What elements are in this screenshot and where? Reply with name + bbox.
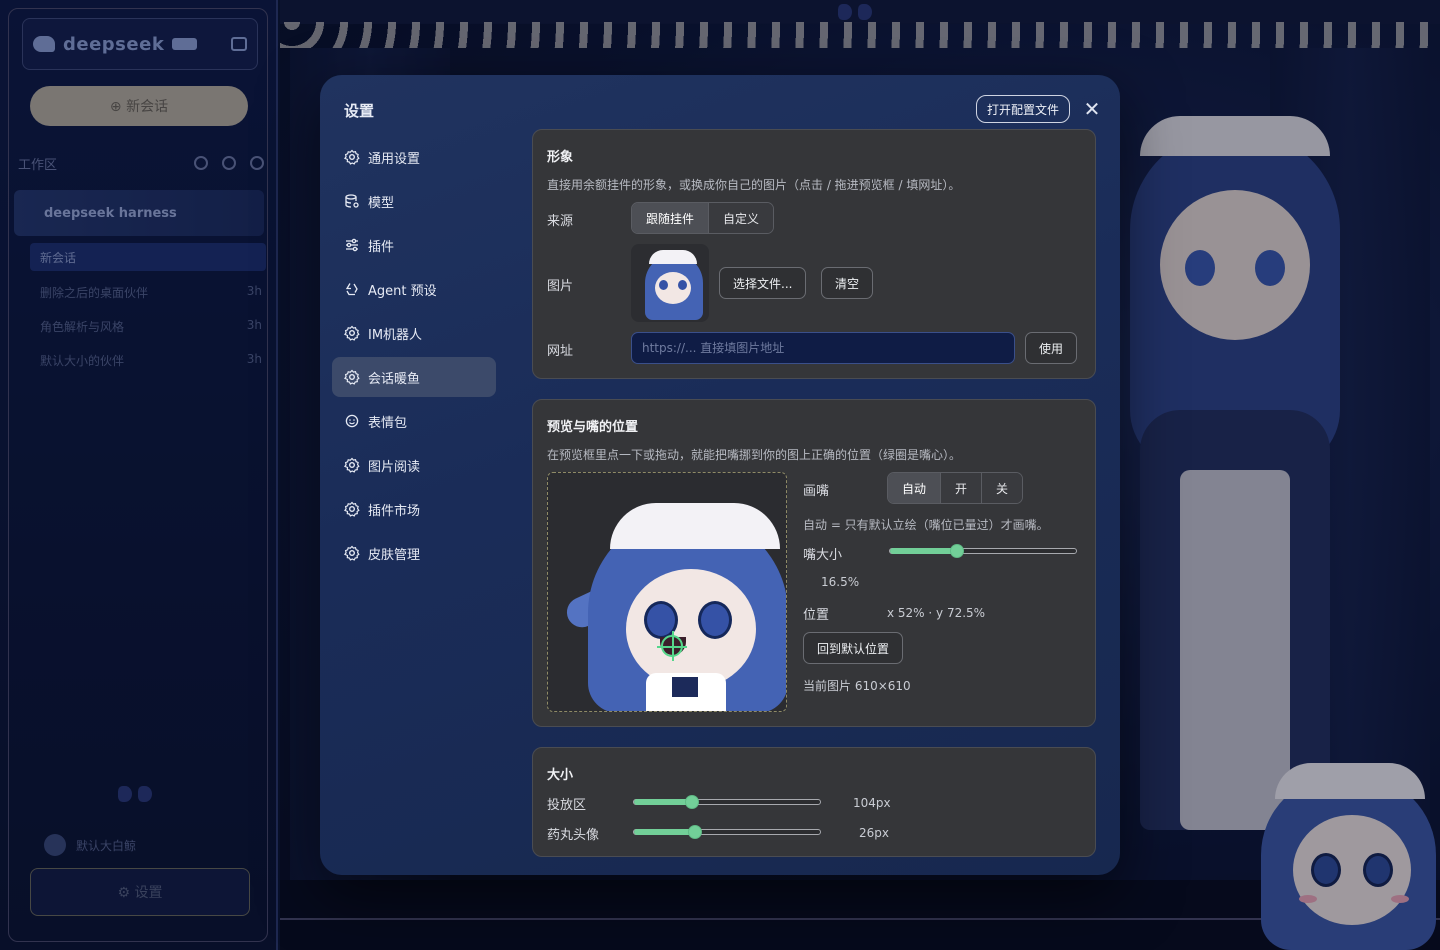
gear-icon [344, 149, 360, 165]
source-label: 来源 [547, 214, 574, 229]
slider-fill [634, 829, 695, 835]
mouth-size-slider[interactable] [889, 544, 1077, 558]
dropzone-size-slider[interactable] [633, 795, 821, 809]
card-description: 在预览框里点一下或拖动，就能把嘴挪到你的图上正确的位置（绿圈是嘴心）。 [547, 448, 962, 462]
position-label: 位置 [803, 608, 830, 623]
source-segmented-control: 跟随挂件 自定义 [631, 202, 775, 234]
dropzone-label: 投放区 [547, 798, 587, 813]
nav-item-model[interactable]: 模型 [332, 181, 496, 221]
sliders-icon [344, 237, 360, 253]
mouth-size-value: 16.5% [821, 575, 860, 589]
avatar-size-value: 26px [859, 826, 889, 840]
card-description: 直接用余额挂件的形象，或换成你自己的图片（点击 / 拖进预览框 / 填网址）。 [547, 178, 961, 192]
gear-icon [344, 457, 360, 473]
database-icon [344, 193, 360, 209]
character-preview-image [548, 473, 786, 711]
gear-icon [344, 545, 360, 561]
source-option-follow[interactable]: 跟随挂件 [632, 203, 710, 233]
gear-icon [344, 369, 360, 385]
settings-modal: 设置 打开配置文件 ✕ 通用设置 模型 插件 Agent 预设 IM机器人 会话… [320, 75, 1120, 875]
avatar-size-slider[interactable] [633, 825, 821, 839]
dropzone-size-value: 104px [853, 796, 891, 810]
mouth-size-label: 嘴大小 [803, 548, 843, 563]
recycle-icon [344, 281, 360, 297]
image-label: 图片 [547, 279, 574, 294]
gear-icon [344, 325, 360, 341]
draw-mouth-option-off[interactable]: 关 [982, 473, 1023, 503]
mouth-center-marker[interactable] [656, 630, 687, 661]
gear-icon [344, 501, 360, 517]
choose-file-button[interactable]: 选择文件... [719, 267, 807, 299]
nav-item-general[interactable]: 通用设置 [332, 137, 496, 177]
open-config-button[interactable]: 打开配置文件 [976, 95, 1070, 123]
image-thumbnail[interactable] [631, 244, 709, 322]
nav-item-agent-presets[interactable]: Agent 预设 [332, 269, 496, 309]
nav-item-skin-management[interactable]: 皮肤管理 [332, 533, 496, 573]
reset-position-button[interactable]: 回到默认位置 [803, 632, 904, 664]
appearance-card: 形象 直接用余额挂件的形象，或换成你自己的图片（点击 / 拖进预览框 / 填网址… [532, 129, 1096, 379]
position-value: x 52% · y 72.5% [887, 606, 986, 620]
draw-mouth-segmented-control: 自动 开 关 [887, 472, 1024, 504]
slider-fill [634, 799, 692, 805]
slider-knob[interactable] [950, 544, 964, 558]
nav-item-chat-companion[interactable]: 会话暖鱼 [332, 357, 496, 397]
preview-canvas[interactable] [547, 472, 787, 712]
card-title: 预览与嘴的位置 [547, 420, 639, 435]
avatar-size-label: 药丸头像 [547, 828, 600, 843]
clear-button[interactable]: 清空 [821, 267, 874, 299]
close-icon[interactable]: ✕ [1080, 95, 1104, 123]
image-url-input[interactable] [631, 332, 1015, 364]
mouth-position-card: 预览与嘴的位置 在预览框里点一下或拖动，就能把嘴挪到你的图上正确的位置（绿圈是嘴… [532, 399, 1096, 727]
size-card: 大小 投放区 104px 药丸头像 26px [532, 747, 1096, 857]
use-url-button[interactable]: 使用 [1025, 332, 1078, 364]
nav-item-plugin-market[interactable]: 插件市场 [332, 489, 496, 529]
settings-nav: 通用设置 模型 插件 Agent 预设 IM机器人 会话暖鱼 表情包 图片阅读 [332, 137, 496, 577]
nav-item-plugins[interactable]: 插件 [332, 225, 496, 265]
modal-title: 设置 [344, 102, 375, 120]
nav-item-image-reading[interactable]: 图片阅读 [332, 445, 496, 485]
draw-mouth-option-auto[interactable]: 自动 [888, 473, 942, 503]
source-option-custom[interactable]: 自定义 [709, 203, 774, 233]
nav-item-stickers[interactable]: 表情包 [332, 401, 496, 441]
smile-icon [344, 413, 360, 429]
card-title: 形象 [547, 150, 574, 165]
auto-hint: 自动 = 只有默认立绘（嘴位已量过）才画嘴。 [803, 518, 1049, 532]
draw-mouth-option-on[interactable]: 开 [941, 473, 983, 503]
card-title: 大小 [547, 768, 574, 783]
current-image-size: 当前图片 610×610 [803, 679, 911, 693]
slider-knob[interactable] [685, 795, 699, 809]
nav-item-im-bot[interactable]: IM机器人 [332, 313, 496, 353]
slider-fill [890, 548, 957, 554]
url-label: 网址 [547, 344, 574, 359]
draw-mouth-label: 画嘴 [803, 484, 830, 499]
slider-knob[interactable] [688, 825, 702, 839]
